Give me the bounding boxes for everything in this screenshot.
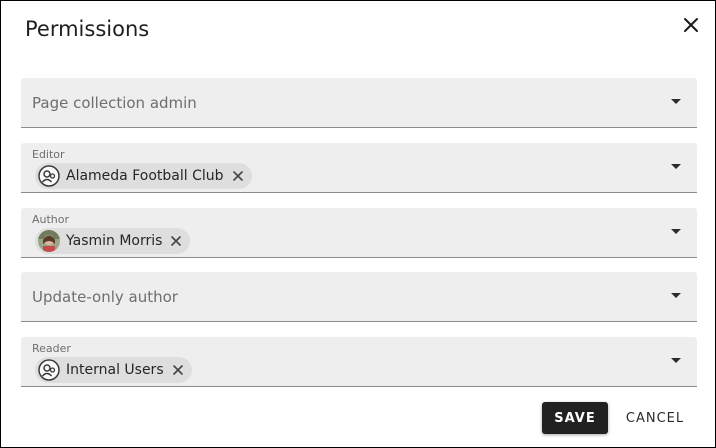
author-chip: Yasmin Morris bbox=[35, 228, 191, 254]
remove-chip-icon[interactable] bbox=[172, 364, 184, 376]
reader-label: Reader bbox=[32, 342, 71, 355]
reader-field[interactable]: Reader Internal Users bbox=[21, 337, 697, 387]
remove-chip-icon[interactable] bbox=[170, 235, 182, 247]
dropdown-arrow-icon[interactable] bbox=[671, 229, 681, 234]
editor-field[interactable]: Editor Alameda Football Club bbox=[21, 143, 697, 193]
dialog-title: Permissions bbox=[25, 17, 150, 41]
close-icon[interactable] bbox=[682, 16, 700, 34]
user-photo-avatar bbox=[38, 230, 60, 252]
remove-chip-icon[interactable] bbox=[232, 170, 244, 182]
cancel-button[interactable]: CANCEL bbox=[617, 402, 693, 434]
group-icon bbox=[38, 359, 60, 381]
save-button[interactable]: SAVE bbox=[542, 402, 608, 434]
dropdown-arrow-icon[interactable] bbox=[671, 358, 681, 363]
author-label: Author bbox=[32, 213, 70, 226]
author-field[interactable]: Author Yasmin Morris bbox=[21, 208, 697, 258]
group-icon bbox=[38, 165, 60, 187]
editor-chip: Alameda Football Club bbox=[35, 163, 252, 189]
editor-chip-label: Alameda Football Club bbox=[66, 168, 224, 184]
editor-label: Editor bbox=[32, 148, 65, 161]
page-collection-admin-placeholder: Page collection admin bbox=[32, 94, 197, 112]
dropdown-arrow-icon[interactable] bbox=[671, 293, 681, 298]
permissions-dialog: Permissions Page collection admin Editor… bbox=[0, 0, 716, 448]
update-only-author-field[interactable]: Update-only author bbox=[21, 272, 697, 322]
author-chip-label: Yasmin Morris bbox=[66, 233, 163, 249]
dropdown-arrow-icon[interactable] bbox=[671, 99, 681, 104]
page-collection-admin-field[interactable]: Page collection admin bbox=[21, 78, 697, 128]
update-only-author-placeholder: Update-only author bbox=[32, 288, 178, 306]
reader-chip: Internal Users bbox=[35, 357, 192, 383]
dropdown-arrow-icon[interactable] bbox=[671, 164, 681, 169]
reader-chip-label: Internal Users bbox=[66, 362, 164, 378]
